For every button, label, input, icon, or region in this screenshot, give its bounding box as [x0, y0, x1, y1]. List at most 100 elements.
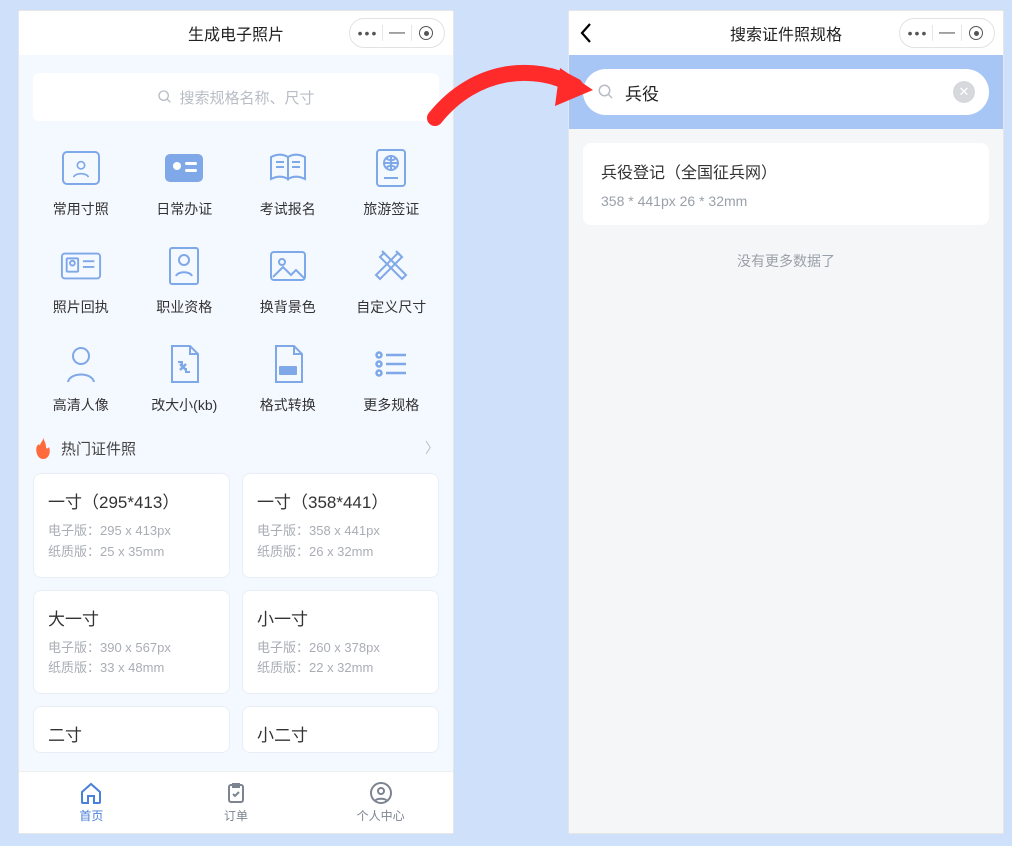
list-icon: [370, 343, 412, 385]
category-visa[interactable]: 旅游签证: [344, 147, 440, 219]
category-label: 日常办证: [156, 199, 212, 219]
back-button[interactable]: [579, 11, 593, 55]
page-title: 生成电子照片: [188, 21, 284, 45]
card-title: 一寸（358*441）: [257, 488, 424, 513]
card-line: 纸质版：33 x 48mm: [48, 658, 215, 679]
card-line: 电子版：295 x 413px: [48, 521, 215, 542]
card-line: 纸质版：26 x 32mm: [257, 542, 424, 563]
category-custom-size[interactable]: 自定义尺寸: [344, 245, 440, 317]
clear-button[interactable]: ✕: [953, 81, 975, 103]
search-value: 兵役: [625, 80, 943, 105]
more-icon[interactable]: •••: [354, 19, 382, 47]
card-line: 电子版：358 x 441px: [257, 521, 424, 542]
nav-label: 首页: [79, 807, 103, 824]
card-line: 电子版：390 x 567px: [48, 638, 215, 659]
card-line: 电子版：260 x 378px: [257, 638, 424, 659]
target-icon: [969, 26, 983, 40]
fire-icon: [33, 437, 53, 459]
titlebar: 生成电子照片 ••• —: [19, 11, 453, 55]
close-target-button[interactable]: [412, 19, 440, 47]
category-label: 职业资格: [156, 297, 212, 317]
nav-profile[interactable]: 个人中心: [308, 772, 453, 833]
category-background[interactable]: 换背景色: [240, 245, 336, 317]
category-receipt[interactable]: 照片回执: [33, 245, 129, 317]
no-more-text: 没有更多数据了: [583, 251, 989, 271]
search-icon: [157, 89, 173, 105]
category-format-convert[interactable]: JPG 格式转换: [240, 343, 336, 415]
target-icon: [419, 26, 433, 40]
passport-icon: [370, 147, 412, 189]
card-title: 小一寸: [257, 605, 424, 630]
titlebar: 搜索证件照规格 ••• —: [569, 11, 1003, 55]
bottom-nav: 首页 订单 个人中心: [19, 771, 453, 833]
search-input[interactable]: 兵役 ✕: [583, 69, 989, 115]
app-window-home: 生成电子照片 ••• — 搜索规格名称、尺寸 常用寸照: [18, 10, 454, 834]
user-circle-icon: [369, 781, 393, 805]
hot-section-header[interactable]: 热门证件照 〉: [33, 437, 439, 459]
search-placeholder: 搜索规格名称、尺寸: [179, 87, 314, 108]
compress-icon: [163, 343, 205, 385]
spec-card[interactable]: 一寸（295*413） 电子版：295 x 413px 纸质版：25 x 35m…: [33, 473, 230, 578]
app-window-search: 搜索证件照规格 ••• — 兵役 ✕ 兵役登记（全国征兵网） 358 * 441…: [568, 10, 1004, 834]
category-common-sizes[interactable]: 常用寸照: [33, 147, 129, 219]
category-label: 更多规格: [363, 395, 419, 415]
jpg-file-icon: JPG: [267, 343, 309, 385]
result-detail: 358 * 441px 26 * 32mm: [601, 193, 971, 209]
card-line: 纸质版：25 x 35mm: [48, 542, 215, 563]
home-content: 搜索规格名称、尺寸 常用寸照 日常办证 考试报名: [19, 55, 453, 771]
category-label: 高清人像: [53, 395, 109, 415]
photo-card-icon: [60, 245, 102, 287]
card-title: 一寸（295*413）: [48, 488, 215, 513]
card-title: 大一寸: [48, 605, 215, 630]
svg-text:JPG: JPG: [282, 369, 294, 375]
minimize-button[interactable]: —: [933, 19, 961, 47]
nav-orders[interactable]: 订单: [164, 772, 309, 833]
profile-doc-icon: [163, 245, 205, 287]
card-title: 二寸: [48, 721, 215, 746]
result-title: 兵役登记（全国征兵网）: [601, 159, 971, 183]
category-label: 考试报名: [260, 199, 316, 219]
minimize-button[interactable]: —: [383, 19, 411, 47]
window-controls: ••• —: [349, 18, 445, 48]
category-exam[interactable]: 考试报名: [240, 147, 336, 219]
portrait-icon: [60, 343, 102, 385]
spec-card[interactable]: 小一寸 电子版：260 x 378px 纸质版：22 x 32mm: [242, 590, 439, 695]
category-daily-docs[interactable]: 日常办证: [137, 147, 233, 219]
person-frame-icon: [60, 147, 102, 189]
spec-cards: 一寸（295*413） 电子版：295 x 413px 纸质版：25 x 35m…: [33, 473, 439, 753]
ruler-pencil-icon: [370, 245, 412, 287]
more-icon[interactable]: •••: [904, 19, 932, 47]
nav-label: 个人中心: [357, 807, 405, 824]
search-header: 兵役 ✕: [569, 55, 1003, 129]
category-label: 自定义尺寸: [356, 297, 426, 317]
card-line: 纸质版：22 x 32mm: [257, 658, 424, 679]
nav-label: 订单: [224, 807, 248, 824]
search-results: 兵役登记（全国征兵网） 358 * 441px 26 * 32mm 没有更多数据…: [569, 129, 1003, 833]
category-grid: 常用寸照 日常办证 考试报名 旅游签证: [33, 147, 439, 415]
close-target-button[interactable]: [962, 19, 990, 47]
image-icon: [267, 245, 309, 287]
section-title: 热门证件照: [61, 438, 417, 459]
category-label: 旅游签证: [363, 199, 419, 219]
spec-card[interactable]: 一寸（358*441） 电子版：358 x 441px 纸质版：26 x 32m…: [242, 473, 439, 578]
category-more-specs[interactable]: 更多规格: [344, 343, 440, 415]
window-controls: ••• —: [899, 18, 995, 48]
category-profession[interactable]: 职业资格: [137, 245, 233, 317]
result-item[interactable]: 兵役登记（全国征兵网） 358 * 441px 26 * 32mm: [583, 143, 989, 225]
spec-card[interactable]: 大一寸 电子版：390 x 567px 纸质版：33 x 48mm: [33, 590, 230, 695]
search-icon: [597, 83, 615, 101]
nav-home[interactable]: 首页: [19, 772, 164, 833]
category-label: 照片回执: [53, 297, 109, 317]
clipboard-icon: [224, 781, 248, 805]
category-hd-portrait[interactable]: 高清人像: [33, 343, 129, 415]
category-label: 换背景色: [260, 297, 316, 317]
spec-card[interactable]: 二寸: [33, 706, 230, 753]
search-input[interactable]: 搜索规格名称、尺寸: [33, 73, 439, 121]
category-label: 常用寸照: [53, 199, 109, 219]
category-resize-kb[interactable]: 改大小(kb): [137, 343, 233, 415]
home-icon: [79, 781, 103, 805]
category-label: 改大小(kb): [151, 395, 217, 415]
page-title: 搜索证件照规格: [730, 21, 842, 45]
spec-card[interactable]: 小二寸: [242, 706, 439, 753]
category-label: 格式转换: [260, 395, 316, 415]
